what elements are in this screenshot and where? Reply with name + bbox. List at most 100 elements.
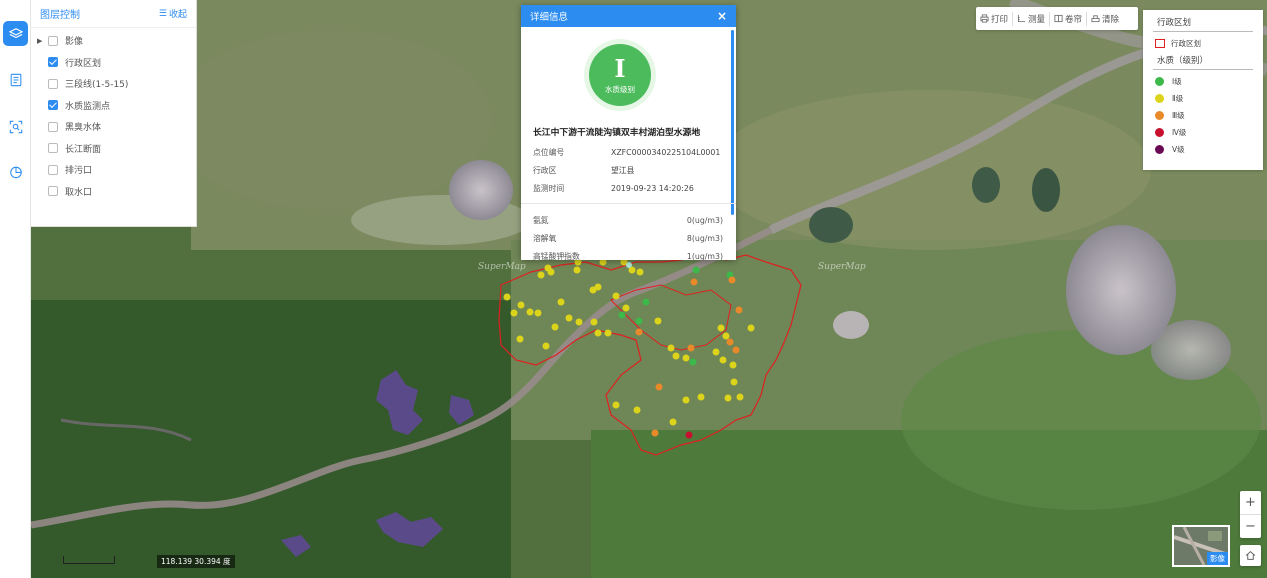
grade-swatch [1155,128,1164,137]
grade-swatch [1155,94,1164,103]
search-button[interactable] [3,114,28,139]
legend-item-grade: Ⅰ级 [1149,73,1257,90]
layer-checkbox[interactable] [48,57,58,68]
book-icon [1054,14,1063,23]
layers-button[interactable] [3,21,28,46]
layer-item-sewage-outlets[interactable]: 排污口 [31,159,196,181]
left-rail [0,0,31,578]
layer-checkbox[interactable] [48,100,58,111]
field-key: 监测时间 [533,183,565,193]
detail-popup: 详细信息 × I 水质级别 长江中下游干流陡沟镇双丰村湖泊型水源地 点位编号 XZ… [521,5,736,260]
print-button[interactable]: 打印 [976,11,1014,26]
layer-checkbox[interactable] [48,78,58,89]
layer-item-imagery[interactable]: ▶ 影像 [31,30,196,52]
site-name: 长江中下游干流陡沟镇双丰村湖泊型水源地 [533,128,701,138]
metric-row: 溶解氧 8(ug/m3) [533,229,723,247]
layer-checkbox[interactable] [48,186,58,197]
grade-label: 水质级别 [605,84,635,94]
field-key: 点位编号 [533,147,565,157]
basemap-label: 影像 [1207,552,1228,565]
layer-label: 黑臭水体 [65,123,102,134]
layer-control-panel: 图层控制 ☰ 收起 ▶ 影像 行政区划 三段线(1-5-15) 水质监测点 黑臭… [31,0,197,227]
legend-panel: 行政区划 行政区划 水质（级别） Ⅰ级 Ⅱ级 Ⅲ级 Ⅳ级 Ⅴ级 [1143,10,1263,170]
metric-value: 1(ug/m3) [686,251,723,261]
popup-scrollbar[interactable] [731,30,734,215]
field-key: 行政区 [533,165,557,175]
layer-panel-title: 图层控制 [40,10,80,21]
layer-item-water-quality-points[interactable]: 水质监测点 [31,95,196,117]
printer-icon [980,14,989,23]
collapse-label: 收起 [168,10,187,20]
layer-item-water-intakes[interactable]: 取水口 [31,181,196,203]
field-row: 点位编号 XZFC0000340225104L0001 [533,143,725,161]
legend-label: Ⅴ级 [1172,145,1185,154]
legend-label: Ⅳ级 [1172,128,1187,137]
grade-badge: I 水质级别 [584,39,656,111]
list-button[interactable] [3,67,28,92]
metric-value: 0(ug/m3) [686,215,723,225]
grade-swatch [1155,111,1164,120]
basemap-switcher[interactable]: 影像 [1172,525,1230,567]
home-button[interactable] [1240,545,1261,566]
field-value: 望江县 [611,165,635,175]
shutter-button[interactable]: 卷帘 [1050,11,1088,26]
layer-item-black-odorous-water[interactable]: 黑臭水体 [31,116,196,138]
watermark: SuperMap [478,262,526,272]
ruler-icon [1017,14,1026,23]
collapse-button[interactable]: ☰ 收起 [158,7,187,21]
map-app: SuperMap SuperMap 图层控制 ☰ 收起 ▶ 影像 行政区划 三段… [0,0,1267,578]
popup-title: 详细信息 [530,12,569,23]
watermark: SuperMap [818,262,866,272]
legend-item-region: 行政区划 [1149,35,1257,52]
metric-key: 溶解氧 [533,233,557,243]
grade-numeral: I [614,53,626,83]
list-icon [10,73,21,86]
layer-item-admin-division[interactable]: 行政区划 [31,52,196,74]
clear-button[interactable]: 清除 [1087,12,1123,26]
metrics-list: 氨氮 0(ug/m3) 溶解氧 8(ug/m3) 高锰酸钾指数 1(ug/m3) [533,211,723,261]
metric-value: 8(ug/m3) [686,233,723,243]
layer-label: 行政区划 [65,58,102,69]
layer-checkbox[interactable] [48,164,58,175]
grade-circle: I 水质级别 [589,44,651,106]
layer-label: 水质监测点 [65,101,111,112]
legend-section-title: 行政区划 [1153,10,1253,32]
field-row: 行政区 望江县 [533,161,725,179]
clear-label: 清除 [1102,14,1120,25]
search-icon [9,120,22,133]
field-row: 监测时间 2019-09-23 14:20:26 [533,179,725,197]
legend-item-grade: Ⅱ级 [1149,90,1257,107]
layer-checkbox[interactable] [48,35,58,46]
measure-button[interactable]: 测量 [1013,11,1051,26]
layer-item-yangtze-sections[interactable]: 长江断面 [31,138,196,160]
layer-label: 影像 [65,37,84,48]
metric-row: 高锰酸钾指数 1(ug/m3) [533,247,723,261]
layer-item-three-lines[interactable]: 三段线(1-5-15) [31,73,196,95]
layer-label: 长江断面 [65,144,102,155]
zoom-out-button[interactable]: − [1240,514,1261,537]
layer-label: 三段线(1-5-15) [65,80,129,91]
zoom-in-button[interactable]: + [1240,491,1261,514]
layer-checkbox[interactable] [48,143,58,154]
field-value: 2019-09-23 14:20:26 [611,183,694,193]
expand-caret-icon[interactable]: ▶ [37,37,42,45]
pie-chart-icon [9,166,22,178]
layer-panel-header: 图层控制 ☰ 收起 [31,0,196,28]
divider [521,203,736,204]
close-icon[interactable]: × [717,9,727,23]
layer-label: 排污口 [65,166,93,177]
metric-key: 氨氮 [533,215,549,225]
legend-section-title: 水质（级别） [1153,52,1253,70]
metric-row: 氨氮 0(ug/m3) [533,211,723,229]
print-label: 打印 [991,14,1009,25]
field-value: XZFC0000340225104L0001 [611,147,721,157]
grade-swatch [1155,77,1164,86]
legend-label: 行政区划 [1171,39,1201,48]
eraser-icon [1091,15,1100,23]
shutter-label: 卷帘 [1065,14,1083,25]
layer-checkbox[interactable] [48,121,58,132]
stats-button[interactable] [3,159,28,184]
legend-label: Ⅲ级 [1172,111,1185,120]
region-swatch [1155,39,1165,48]
collapse-icon: ☰ [158,8,167,19]
